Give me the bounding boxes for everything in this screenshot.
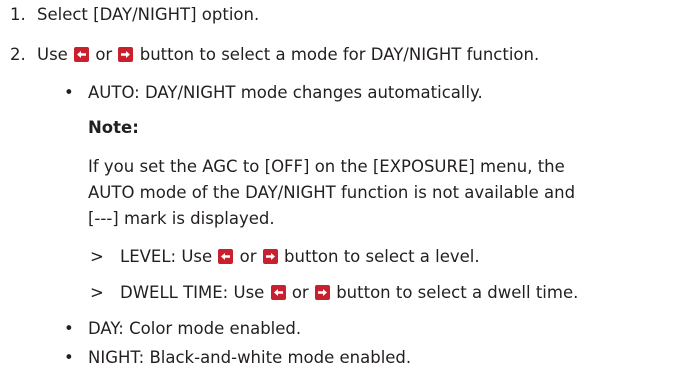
dwell-prefix: DWELL TIME: Use [120, 283, 265, 302]
step-2-text: Use or button to select a mode for DAY/N… [37, 44, 539, 66]
right-arrow-button-icon [314, 285, 330, 300]
sub-level-text: LEVEL: Use or button to select a level. [120, 246, 480, 268]
left-arrow-button-icon [74, 47, 90, 62]
note-label: Note: [88, 118, 139, 137]
left-arrow-button-icon [218, 249, 234, 264]
level-or: or [239, 247, 257, 266]
right-arrow-button-icon [262, 249, 278, 264]
level-prefix: LEVEL: Use [120, 247, 213, 266]
step-1-number: 1. [10, 5, 26, 24]
sub-dwell-symbol: > [90, 283, 104, 302]
note-line-3: [---] mark is displayed. [88, 209, 275, 228]
step-1-text: Select [DAY/NIGHT] option. [37, 5, 260, 24]
bullet-night-text: NIGHT: Black-and-white mode enabled. [88, 348, 412, 367]
bullet-day-text: DAY: Color mode enabled. [88, 319, 302, 338]
sub-dwell-text: DWELL TIME: Use or button to select a dw… [120, 282, 578, 304]
level-suffix: button to select a level. [284, 247, 480, 266]
bullet-night-symbol: • [64, 348, 74, 367]
dwell-suffix: button to select a dwell time. [336, 283, 579, 302]
step-2-use: Use [37, 45, 68, 64]
dwell-or: or [291, 283, 309, 302]
step-2-number: 2. [10, 45, 26, 64]
note-line-1: If you set the AGC to [OFF] on the [EXPO… [88, 157, 565, 176]
sub-level-symbol: > [90, 247, 104, 266]
bullet-auto-symbol: • [64, 83, 74, 102]
note-line-2: AUTO mode of the DAY/NIGHT function is n… [88, 183, 576, 202]
bullet-auto-text: AUTO: DAY/NIGHT mode changes automatical… [88, 83, 483, 102]
step-2-rest: button to select a mode for DAY/NIGHT fu… [139, 45, 540, 64]
left-arrow-button-icon [270, 285, 286, 300]
step-2-or: or [95, 45, 113, 64]
right-arrow-button-icon [118, 47, 134, 62]
bullet-day-symbol: • [64, 319, 74, 338]
